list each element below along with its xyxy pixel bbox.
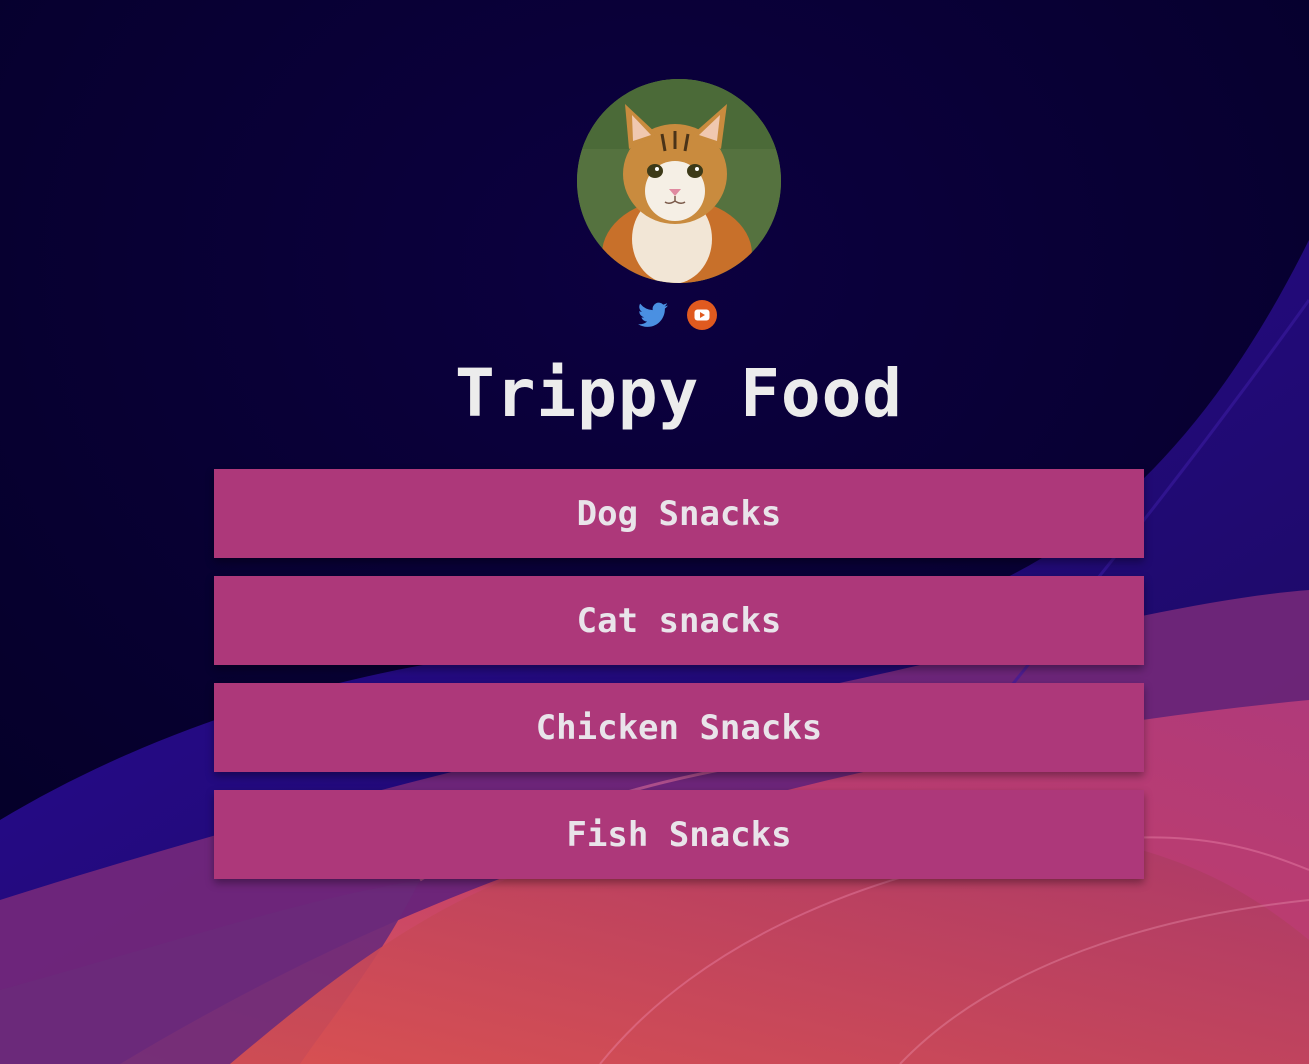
cat-photo-icon bbox=[577, 79, 781, 283]
page-title: Trippy Food bbox=[454, 355, 904, 432]
twitter-bird-icon bbox=[638, 302, 668, 327]
page: Trippy Food Dog Snacks Cat snacks Chicke… bbox=[0, 0, 1309, 1064]
youtube-play-icon bbox=[687, 300, 717, 330]
avatar bbox=[577, 79, 781, 283]
link-button-fish-snacks[interactable]: Fish Snacks bbox=[214, 790, 1144, 879]
link-button-cat-snacks[interactable]: Cat snacks bbox=[214, 576, 1144, 665]
link-list: Dog Snacks Cat snacks Chicken Snacks Fis… bbox=[214, 469, 1144, 897]
social-icons bbox=[638, 300, 720, 330]
twitter-link[interactable] bbox=[638, 300, 668, 330]
link-button-dog-snacks[interactable]: Dog Snacks bbox=[214, 469, 1144, 558]
youtube-link[interactable] bbox=[687, 300, 717, 330]
profile-content: Trippy Food Dog Snacks Cat snacks Chicke… bbox=[0, 0, 1309, 1064]
link-button-chicken-snacks[interactable]: Chicken Snacks bbox=[214, 683, 1144, 772]
